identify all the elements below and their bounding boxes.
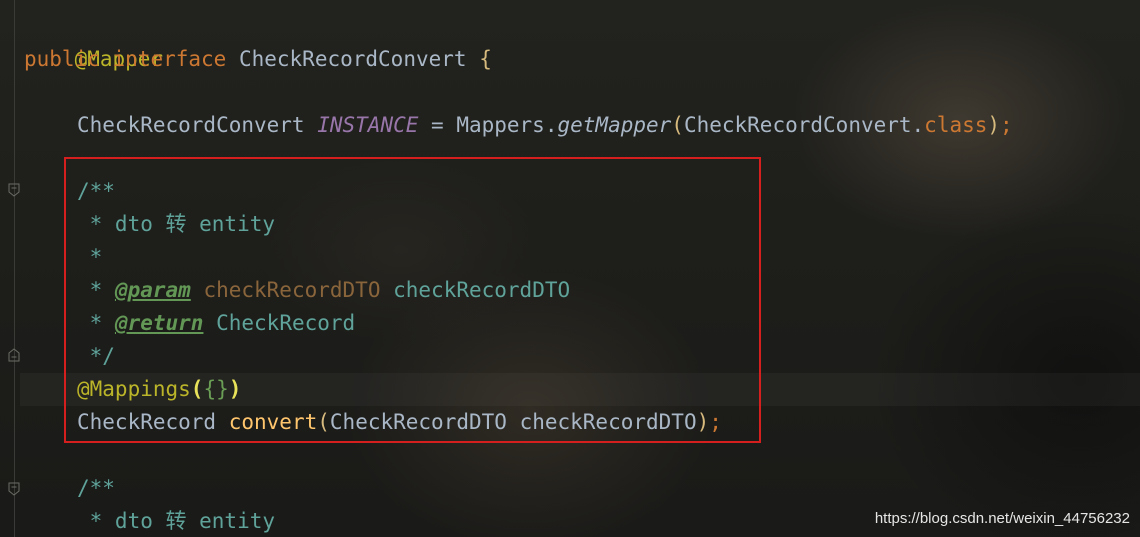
red-highlight-box: [64, 157, 761, 443]
fold-close-icon[interactable]: [8, 348, 20, 362]
watermark-url: https://blog.csdn.net/weixin_44756232: [874, 510, 1130, 527]
fold-open-icon[interactable]: [8, 183, 20, 197]
fold-open-icon[interactable]: [8, 482, 20, 496]
field-type: CheckRecordConvert: [77, 113, 305, 137]
code-editor[interactable]: @Mapper public interface CheckRecordConv…: [0, 0, 1140, 537]
interface-name: CheckRecordConvert: [238, 47, 467, 71]
class-reference: CheckRecordConvert.: [683, 113, 925, 137]
keyword-interface: interface: [112, 47, 227, 71]
paren-close: ): [987, 113, 1001, 137]
code-line-mapper-annotation[interactable]: @Mapper: [24, 10, 164, 71]
keyword-class: class: [924, 113, 988, 137]
semicolon: ;: [1000, 113, 1013, 137]
keyword-public: public: [24, 47, 100, 71]
constant-instance: INSTANCE: [317, 113, 419, 137]
open-brace: {: [479, 47, 492, 71]
doc-comment-description[interactable]: * dto 转 entity: [77, 505, 275, 537]
get-mapper-method: getMapper: [557, 113, 672, 137]
code-line-interface-declaration[interactable]: public interface CheckRecordConvert {: [24, 43, 492, 76]
doc-comment-open[interactable]: /**: [77, 472, 115, 505]
code-line-instance-field[interactable]: CheckRecordConvert INSTANCE = Mappers.ge…: [77, 109, 1013, 142]
paren-open: (: [671, 113, 684, 137]
assign-operator: =: [418, 113, 457, 137]
dot: .: [544, 113, 558, 137]
gutter: [14, 0, 15, 537]
mappers-class: Mappers: [456, 113, 545, 137]
